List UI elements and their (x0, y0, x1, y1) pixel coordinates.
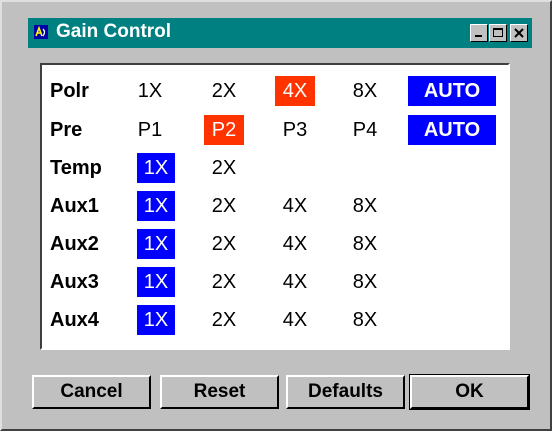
aux1-option-2x[interactable]: 2X (204, 191, 244, 221)
row-label-aux3: Aux3 (50, 271, 99, 293)
close-icon (514, 28, 524, 38)
window-title: Gain Control (56, 21, 172, 42)
minimize-icon (475, 35, 482, 37)
aux4-option-1x[interactable]: 1X (137, 305, 175, 335)
defaults-button[interactable]: Defaults (286, 375, 405, 409)
polr-option-8x[interactable]: 8X (345, 76, 385, 106)
aux4-option-4x[interactable]: 4X (275, 305, 315, 335)
row-label-temp: Temp (50, 157, 102, 179)
aux3-option-2x[interactable]: 2X (204, 267, 244, 297)
row-label-aux2: Aux2 (50, 233, 99, 255)
aux3-option-1x[interactable]: 1X (137, 267, 175, 297)
minimize-button[interactable] (470, 24, 488, 42)
temp-option-1x[interactable]: 1X (137, 153, 175, 183)
aux4-option-8x[interactable]: 8X (345, 305, 385, 335)
polr-option-2x[interactable]: 2X (204, 76, 244, 106)
polr-option-auto[interactable]: AUTO (408, 76, 496, 106)
polr-option-4x[interactable]: 4X (275, 76, 315, 106)
aux2-option-4x[interactable]: 4X (275, 229, 315, 259)
pre-option-p1[interactable]: P1 (130, 115, 170, 145)
row-label-aux1: Aux1 (50, 195, 99, 217)
polr-option-1x[interactable]: 1X (130, 76, 170, 106)
aux3-option-8x[interactable]: 8X (345, 267, 385, 297)
close-button[interactable] (510, 24, 528, 42)
maximize-button[interactable] (489, 24, 507, 42)
aux3-option-4x[interactable]: 4X (275, 267, 315, 297)
ok-button[interactable]: OK (409, 374, 530, 410)
temp-option-2x[interactable]: 2X (204, 153, 244, 183)
gain-options-panel: Polr 1X 2X 4X 8X AUTO Pre P1 P2 P3 P4 AU… (40, 63, 510, 350)
aux2-option-1x[interactable]: 1X (137, 229, 175, 259)
pre-option-p2[interactable]: P2 (204, 115, 244, 145)
aux2-option-2x[interactable]: 2X (204, 229, 244, 259)
reset-button[interactable]: Reset (160, 375, 279, 409)
app-icon[interactable] (33, 24, 49, 40)
gain-control-window: Gain Control Polr 1X 2X 4X 8X AUTO Pre P… (0, 0, 552, 431)
title-bar[interactable]: Gain Control (28, 18, 532, 48)
row-label-polr: Polr (50, 80, 89, 102)
pre-option-p4[interactable]: P4 (345, 115, 385, 145)
aux2-option-8x[interactable]: 8X (345, 229, 385, 259)
maximize-icon (493, 28, 503, 37)
aux1-option-1x[interactable]: 1X (137, 191, 175, 221)
aux1-option-8x[interactable]: 8X (345, 191, 385, 221)
aux1-option-4x[interactable]: 4X (275, 191, 315, 221)
aux4-option-2x[interactable]: 2X (204, 305, 244, 335)
row-label-aux4: Aux4 (50, 309, 99, 331)
cancel-button[interactable]: Cancel (32, 375, 151, 409)
pre-option-auto[interactable]: AUTO (408, 115, 496, 145)
pre-option-p3[interactable]: P3 (275, 115, 315, 145)
row-label-pre: Pre (50, 119, 83, 141)
